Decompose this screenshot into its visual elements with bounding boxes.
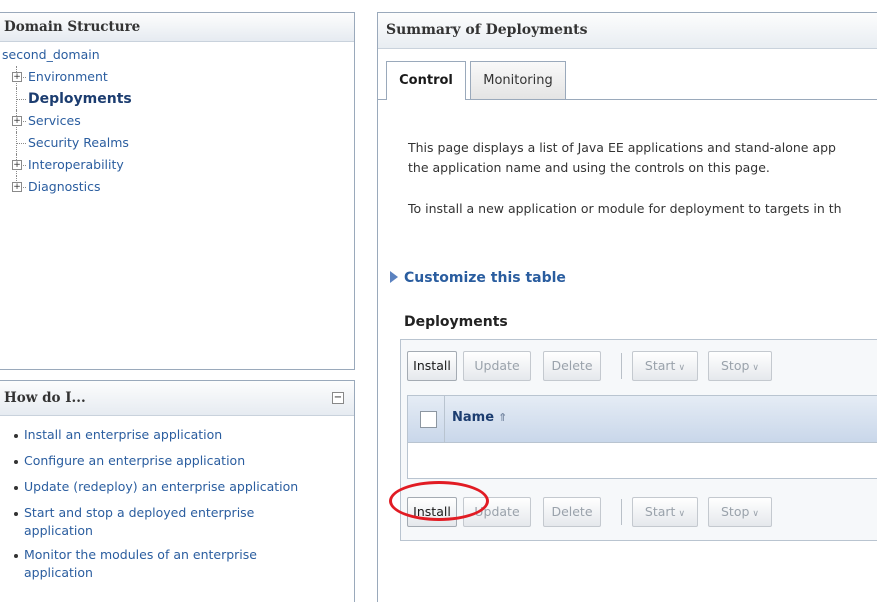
summary-title: Summary of Deployments [378, 13, 877, 49]
how-do-i-list: Install an enterprise application Config… [0, 426, 354, 582]
stop-label: Stop [720, 504, 750, 519]
expand-plus-icon[interactable]: + [12, 72, 22, 82]
domain-structure-panel: Domain Structure second_domain + Environm… [0, 12, 355, 370]
install-button-top[interactable]: Install [407, 351, 457, 381]
start-label: Start [644, 504, 676, 519]
tree-item-label: Deployments [28, 91, 132, 107]
how-link-install[interactable]: Install an enterprise application [14, 426, 354, 444]
domain-tree: second_domain + Environment Deployments + Se… [0, 42, 354, 198]
domain-structure-title: Domain Structure [0, 13, 354, 42]
tab-control[interactable]: Control [386, 61, 466, 100]
chevron-down-icon: ∨ [752, 509, 759, 519]
expand-plus-icon[interactable]: + [12, 160, 22, 170]
tree-item-services[interactable]: + Services [0, 110, 354, 132]
name-column-label: Name [452, 410, 495, 425]
deployments-grid: Name ⇑ [407, 395, 877, 479]
deployments-title: Deployments [404, 314, 508, 330]
start-button-bottom[interactable]: Start ∨ [632, 497, 698, 527]
expand-plus-icon[interactable]: + [12, 116, 22, 126]
stop-label: Stop [720, 358, 750, 373]
tree-item-label: Environment [28, 69, 108, 84]
customize-table-link[interactable]: Customize this table [390, 270, 566, 286]
how-do-i-title-text: How do I... [4, 390, 86, 406]
toolbar-separator [621, 353, 622, 379]
stop-button-bottom[interactable]: Stop ∨ [708, 497, 772, 527]
how-link-update[interactable]: Update (redeploy) an enterprise applicat… [14, 478, 354, 496]
collapse-icon[interactable]: − [332, 392, 344, 404]
how-link-configure[interactable]: Configure an enterprise application [14, 452, 354, 470]
left-column: Domain Structure second_domain + Environm… [0, 0, 360, 602]
expand-triangle-icon [390, 271, 398, 283]
tree-item-label: Security Realms [28, 135, 129, 150]
chevron-down-icon: ∨ [678, 363, 686, 373]
update-button-top[interactable]: Update [463, 351, 531, 381]
customize-table-label: Customize this table [404, 270, 566, 286]
tree-item-label: Services [28, 113, 81, 128]
tree-item-environment[interactable]: + Environment [0, 66, 354, 88]
summary-panel: Summary of Deployments Control Monitorin… [377, 12, 877, 602]
tree-item-deployments[interactable]: Deployments [0, 88, 354, 110]
how-link-start-stop[interactable]: Start and stop a deployed enterprise app… [14, 504, 274, 540]
chevron-down-icon: ∨ [678, 509, 686, 519]
select-all-checkbox[interactable] [420, 411, 437, 428]
install-highlight-circle [389, 481, 489, 521]
tree-item-label: Diagnostics [28, 179, 101, 194]
expand-plus-icon[interactable]: + [12, 182, 22, 192]
toolbar-separator [621, 499, 622, 525]
how-link-monitor[interactable]: Monitor the modules of an enterprise app… [14, 546, 274, 582]
sort-icon: ⇑ [498, 411, 508, 424]
how-do-i-title: How do I... − [0, 381, 354, 416]
how-do-i-panel: How do I... − Install an enterprise appl… [0, 380, 355, 602]
tree-root-second-domain[interactable]: second_domain [0, 44, 354, 66]
tree-item-diagnostics[interactable]: + Diagnostics [0, 176, 354, 198]
intro-text-line2: the application name and using the contr… [408, 160, 770, 175]
install-help-text: To install a new application or module f… [408, 201, 842, 216]
stop-button-top[interactable]: Stop ∨ [708, 351, 772, 381]
grid-header: Name ⇑ [408, 396, 877, 443]
tree-branch [16, 99, 26, 100]
intro-text-line1: This page displays a list of Java EE app… [408, 140, 836, 155]
delete-button-top[interactable]: Delete [543, 351, 601, 381]
tree-item-label: Interoperability [28, 157, 124, 172]
column-separator [444, 396, 445, 442]
tree-branch [16, 143, 26, 144]
tree-item-security-realms[interactable]: Security Realms [0, 132, 354, 154]
tab-monitoring[interactable]: Monitoring [470, 61, 566, 99]
start-button-top[interactable]: Start ∨ [632, 351, 698, 381]
start-label: Start [644, 358, 676, 373]
name-column-header[interactable]: Name ⇑ [452, 410, 507, 425]
delete-button-bottom[interactable]: Delete [543, 497, 601, 527]
tree-item-interoperability[interactable]: + Interoperability [0, 154, 354, 176]
chevron-down-icon: ∨ [752, 363, 759, 373]
tab-bar: Control Monitoring [378, 61, 877, 100]
